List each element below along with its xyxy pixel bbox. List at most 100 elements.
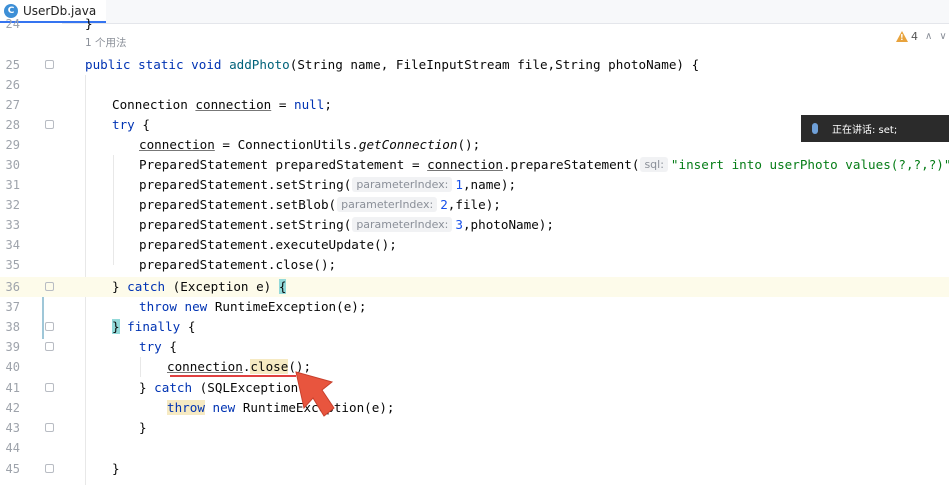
expr: preparedStatement.setString(: [139, 177, 352, 192]
parameter-hint: parameterIndex:: [337, 197, 438, 212]
code-text: preparedStatement.setBlob(parameterIndex…: [139, 195, 501, 215]
code-line-40[interactable]: 40 connection.close();: [0, 357, 949, 377]
line-number: 34: [5, 238, 20, 252]
code-text: preparedStatement.executeUpdate();: [139, 237, 397, 252]
code-line-39[interactable]: 39 try {: [0, 337, 949, 357]
keyword: null: [293, 97, 325, 112]
fold-marker[interactable]: [45, 464, 54, 473]
warning-highlight: throw: [167, 400, 205, 415]
punct: ;: [324, 97, 332, 112]
code-text: PreparedStatement preparedStatement = co…: [139, 155, 949, 175]
code-line-36[interactable]: 36 } catch (Exception e) {: [0, 277, 949, 297]
code-line-32[interactable]: 32 preparedStatement.setBlob(parameterIn…: [0, 195, 949, 215]
line-number: 35: [5, 258, 20, 272]
code-text: } finally {: [112, 317, 195, 337]
code-line-24[interactable]: 24 }: [0, 14, 949, 34]
code-text: } catch (Exception e) {: [112, 277, 287, 297]
parameter-hint: sql:: [640, 157, 668, 172]
line-number: 43: [5, 421, 20, 435]
brace: }: [139, 380, 155, 395]
code-line-43[interactable]: 43 }: [0, 418, 949, 438]
keyword: try: [112, 117, 135, 132]
warning-highlight: close: [250, 359, 289, 374]
line-number: 24: [5, 17, 20, 31]
fold-marker[interactable]: [45, 282, 54, 291]
variable: connection: [427, 157, 503, 172]
line-number: 40: [5, 360, 20, 374]
method-call: getConnection: [358, 137, 458, 152]
matched-brace: {: [278, 279, 287, 294]
annotation-underline: [170, 375, 296, 377]
expr: RuntimeException(e);: [214, 299, 367, 314]
expr: .prepareStatement(: [502, 157, 640, 172]
fold-marker[interactable]: [45, 383, 54, 392]
keyword: public static void: [85, 57, 230, 72]
expr: preparedStatement.setString(: [139, 217, 352, 232]
parameter-hint: parameterIndex:: [352, 177, 453, 192]
variable: connection: [195, 97, 272, 112]
expr: ,file);: [447, 197, 501, 212]
line-number: 37: [5, 300, 20, 314]
brace: }: [112, 279, 120, 294]
keyword: new: [204, 400, 243, 415]
number-literal: 2: [440, 197, 448, 212]
usage-hint[interactable]: 1 个用法: [85, 35, 127, 50]
keyword: finally: [119, 319, 181, 334]
code-line-41[interactable]: 41 } catch (SQLException e): [0, 378, 949, 398]
fold-marker[interactable]: [45, 423, 54, 432]
code-line-44[interactable]: 44: [0, 438, 949, 458]
line-number: 45: [5, 462, 20, 476]
code-text: }: [85, 16, 93, 31]
code-text: throw new RuntimeException(e);: [167, 398, 395, 418]
type: Connection: [112, 97, 196, 112]
code-line-31[interactable]: 31 preparedStatement.setString(parameter…: [0, 175, 949, 195]
punct: {: [161, 339, 177, 354]
number-literal: 1: [455, 177, 463, 192]
fold-marker[interactable]: [45, 60, 54, 69]
fold-marker[interactable]: [45, 120, 54, 129]
line-number: 38: [5, 320, 20, 334]
code-line-27[interactable]: 27 Connection connection = null;: [0, 95, 949, 115]
expr: preparedStatement.setBlob(: [139, 197, 337, 212]
code-line-26[interactable]: 26: [0, 75, 949, 95]
fold-marker[interactable]: [45, 322, 54, 331]
code-text: throw new RuntimeException(e);: [139, 297, 366, 317]
code-line-33[interactable]: 33 preparedStatement.setString(parameter…: [0, 215, 949, 235]
punct: ();: [457, 137, 481, 152]
code-text: preparedStatement.setString(parameterInd…: [139, 175, 516, 195]
cursor-arrow-icon: [295, 371, 335, 417]
keyword: catch: [119, 279, 173, 294]
code-text: try {: [112, 115, 150, 135]
code-line-35[interactable]: 35 preparedStatement.close();: [0, 255, 949, 275]
code-line-38[interactable]: 38 } finally {: [0, 317, 949, 337]
expr: (Exception e): [172, 279, 279, 294]
line-number: 36: [5, 280, 20, 294]
code-text: try {: [139, 337, 177, 357]
code-text: Connection connection = null;: [112, 95, 332, 115]
code-line-25[interactable]: 25 public static void addPhoto(String na…: [0, 55, 949, 75]
number-literal: 3: [455, 217, 463, 232]
expr: = ConnectionUtils.: [214, 137, 359, 152]
code-text: }: [139, 420, 147, 435]
code-line-34[interactable]: 34 preparedStatement.executeUpdate();: [0, 235, 949, 255]
line-number: 31: [5, 178, 20, 192]
code-text: connection = ConnectionUtils.getConnecti…: [139, 135, 480, 155]
method-name: addPhoto: [229, 57, 290, 72]
code-line-42[interactable]: 42 throw new RuntimeException(e);: [0, 398, 949, 418]
punct: {: [180, 319, 196, 334]
expr: PreparedStatement preparedStatement =: [139, 157, 428, 172]
code-line-37[interactable]: 37 throw new RuntimeException(e);: [0, 297, 949, 317]
line-number: 27: [5, 98, 20, 112]
line-number: 26: [5, 78, 20, 92]
code-line-30[interactable]: 30 PreparedStatement preparedStatement =…: [0, 155, 949, 175]
line-number: 33: [5, 218, 20, 232]
code-line-45[interactable]: 45 }: [0, 459, 949, 479]
line-number: 42: [5, 401, 20, 415]
variable: connection: [167, 359, 243, 374]
line-number: 41: [5, 381, 20, 395]
code-text: preparedStatement.close();: [139, 257, 337, 272]
line-number: 32: [5, 198, 20, 212]
operator: =: [271, 97, 294, 112]
fold-marker[interactable]: [45, 342, 54, 351]
keyword: try: [139, 339, 162, 354]
